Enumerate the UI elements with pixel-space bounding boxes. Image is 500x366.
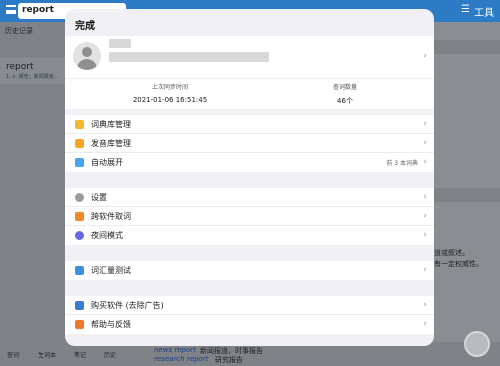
content-background: [434, 40, 500, 342]
tab-history[interactable]: 历史: [104, 350, 116, 359]
avatar: [73, 42, 101, 70]
chevron-right-icon: ›: [423, 230, 427, 240]
tools-icon[interactable]: ☰: [461, 4, 470, 15]
definition-snippet: 有一定权威性。: [434, 260, 483, 268]
menu-item-night-mode[interactable]: 夜间模式 ›: [65, 226, 434, 245]
feedback-icon: [75, 320, 84, 329]
test-icon: [75, 266, 84, 275]
history-sidebar: 历史记录 report 1. n. 报告；新闻报道...: [0, 22, 66, 366]
example-link[interactable]: research report: [154, 355, 208, 363]
history-snippet: 1. n. 报告；新闻报道...: [6, 74, 59, 80]
expand-icon: [75, 158, 84, 167]
definition-snippet: 道或叙述。: [434, 249, 469, 257]
lookup-count-value: 46个: [337, 97, 353, 105]
dictionary-icon: [75, 120, 84, 129]
gear-icon: [75, 193, 84, 202]
menu-item-label: 设置: [91, 193, 107, 202]
menu-item-label: 购买软件 (去除广告): [91, 301, 164, 310]
chevron-right-icon: ›: [423, 265, 427, 275]
last-sync-value: 2021-01-06 16:51:45: [132, 96, 208, 104]
floating-action-button[interactable]: [464, 331, 490, 357]
settings-group: 词典库管理 › 发音库管理 › 自动展开 前 3 本词典 ›: [65, 115, 434, 172]
chevron-right-icon: ›: [423, 138, 427, 148]
settings-group: 购买软件 (去除广告) › 帮助与反馈 ›: [65, 296, 434, 334]
chevron-right-icon: ›: [423, 157, 427, 167]
menu-item-settings[interactable]: 设置 ›: [65, 188, 434, 207]
tools-button[interactable]: 工具: [474, 4, 494, 19]
chevron-right-icon: ›: [423, 51, 427, 61]
key-icon: [75, 301, 84, 310]
history-label: 历史记录: [5, 27, 33, 35]
menu-item-label: 跨软件取词: [91, 212, 131, 221]
chevron-right-icon: ›: [423, 211, 427, 221]
menu-item-vocabulary-test[interactable]: 词汇量测试 ›: [65, 261, 434, 280]
tab-wordbook[interactable]: 生词本: [38, 350, 56, 359]
moon-icon: [75, 231, 84, 240]
done-button[interactable]: 完成: [75, 17, 95, 32]
settings-group: 设置 › 跨软件取词 › 夜间模式 ›: [65, 188, 434, 245]
auto-expand-value: 前 3 本词典: [386, 160, 418, 167]
sync-stats: 上次同步时间 2021-01-06 16:51:45 查词数量 46个: [65, 78, 434, 109]
history-item[interactable]: report 1. n. 报告；新闻报道...: [0, 58, 66, 84]
menu-item-purchase[interactable]: 购买软件 (去除广告) ›: [65, 296, 434, 315]
menu-item-dictionary-library[interactable]: 词典库管理 ›: [65, 115, 434, 134]
cross-app-icon: [75, 212, 84, 221]
menu-icon[interactable]: [6, 5, 16, 14]
menu-item-auto-expand[interactable]: 自动展开 前 3 本词典 ›: [65, 153, 434, 172]
last-sync-label: 上次同步时间: [151, 84, 188, 91]
chevron-right-icon: ›: [423, 119, 427, 129]
chevron-right-icon: ›: [423, 192, 427, 202]
menu-item-label: 自动展开: [91, 158, 123, 167]
chevron-right-icon: ›: [423, 319, 427, 329]
speaker-icon: [75, 139, 84, 148]
menu-item-label: 词典库管理: [91, 120, 131, 129]
lookup-count-label: 查词数量: [332, 84, 357, 91]
menu-item-help-feedback[interactable]: 帮助与反馈 ›: [65, 315, 434, 334]
menu-item-label: 夜间模式: [91, 231, 123, 240]
example-text: 研究报告: [215, 356, 243, 364]
menu-item-cross-app-lookup[interactable]: 跨软件取词 ›: [65, 207, 434, 226]
example-link[interactable]: news report: [154, 346, 196, 354]
history-word: report: [6, 62, 34, 72]
tab-lookup[interactable]: 查词: [7, 350, 19, 359]
menu-item-label: 发音库管理: [91, 139, 131, 148]
menu-item-label: 帮助与反馈: [91, 320, 131, 329]
account-row[interactable]: ›: [65, 36, 434, 78]
chevron-right-icon: ›: [423, 300, 427, 310]
settings-group: 词汇量测试 ›: [65, 261, 434, 280]
settings-sheet: 完成 › 上次同步时间 2021-01-06 16:51:45 查词数量 46个…: [65, 9, 434, 346]
menu-item-pronunciation-library[interactable]: 发音库管理 ›: [65, 134, 434, 153]
tab-notes[interactable]: 笔记: [74, 350, 86, 359]
menu-item-label: 词汇量测试: [91, 266, 131, 275]
